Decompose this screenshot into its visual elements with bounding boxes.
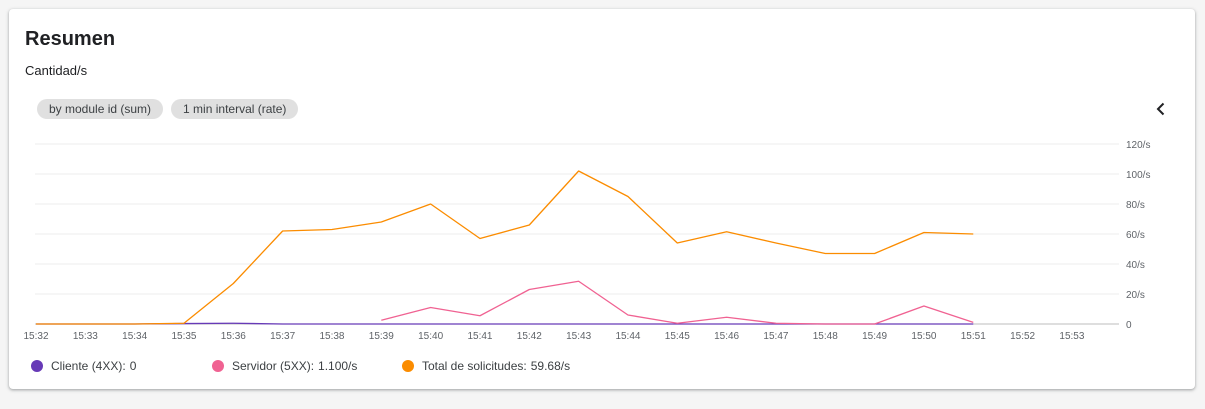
legend-item-total[interactable]: Total de solicitudes: 59.68/s [402, 359, 570, 373]
series-line [381, 280, 974, 325]
x-tick-label: 15:50 [911, 331, 936, 342]
line-chart: 0 20/s 40/s 60/s 80/s 100/s 120/s 15:32 15:33 15:… [23, 140, 1150, 342]
y-tick-label: 20/s [1126, 290, 1145, 301]
x-tick-label: 15:40 [418, 331, 443, 342]
x-tick-label: 15:48 [813, 331, 838, 342]
legend-value: 1.100/s [318, 359, 358, 373]
chart-legend: Cliente (4XX): 0 Servidor (5XX): 1.100/s… [31, 359, 570, 373]
x-tick-label: 15:32 [23, 331, 48, 342]
x-tick-label: 15:36 [221, 331, 246, 342]
x-tick-label: 15:37 [270, 331, 295, 342]
legend-item-client[interactable]: Cliente (4XX): 0 [31, 359, 212, 373]
x-tick-label: 15:47 [763, 331, 788, 342]
x-tick-label: 15:33 [73, 331, 98, 342]
x-tick-label: 15:52 [1010, 331, 1035, 342]
y-tick-label: 0 [1126, 320, 1132, 331]
x-tick-label: 15:38 [319, 331, 344, 342]
legend-item-server[interactable]: Servidor (5XX): 1.100/s [212, 359, 402, 373]
x-tick-label: 15:45 [665, 331, 690, 342]
x-tick-label: 15:41 [467, 331, 492, 342]
x-tick-label: 15:53 [1059, 331, 1084, 342]
x-tick-label: 15:44 [615, 331, 640, 342]
x-tick-label: 15:46 [714, 331, 739, 342]
series-line [36, 170, 974, 325]
x-tick-label: 15:35 [171, 331, 196, 342]
y-tick-label: 60/s [1126, 230, 1145, 241]
legend-swatch [212, 360, 224, 372]
legend-label: Cliente (4XX): [51, 359, 126, 373]
legend-swatch [31, 360, 43, 372]
x-tick-label: 15:51 [961, 331, 986, 342]
legend-value: 59.68/s [530, 359, 571, 373]
x-tick-label: 15:34 [122, 331, 147, 342]
legend-swatch [402, 360, 414, 372]
x-tick-label: 15:42 [517, 331, 542, 342]
x-tick-label: 15:39 [369, 331, 394, 342]
legend-value: 0 [129, 359, 137, 373]
y-tick-label: 40/s [1126, 260, 1145, 271]
y-tick-label: 120/s [1126, 140, 1150, 151]
y-tick-label: 80/s [1126, 200, 1145, 211]
legend-label: Servidor (5XX): [232, 359, 315, 373]
y-tick-label: 100/s [1126, 170, 1150, 181]
x-tick-label: 15:43 [566, 331, 591, 342]
x-tick-label: 15:49 [862, 331, 887, 342]
legend-label: Total de solicitudes: [422, 359, 527, 373]
summary-card: Resumen Cantidad/s by module id (sum) 1 … [9, 9, 1195, 389]
